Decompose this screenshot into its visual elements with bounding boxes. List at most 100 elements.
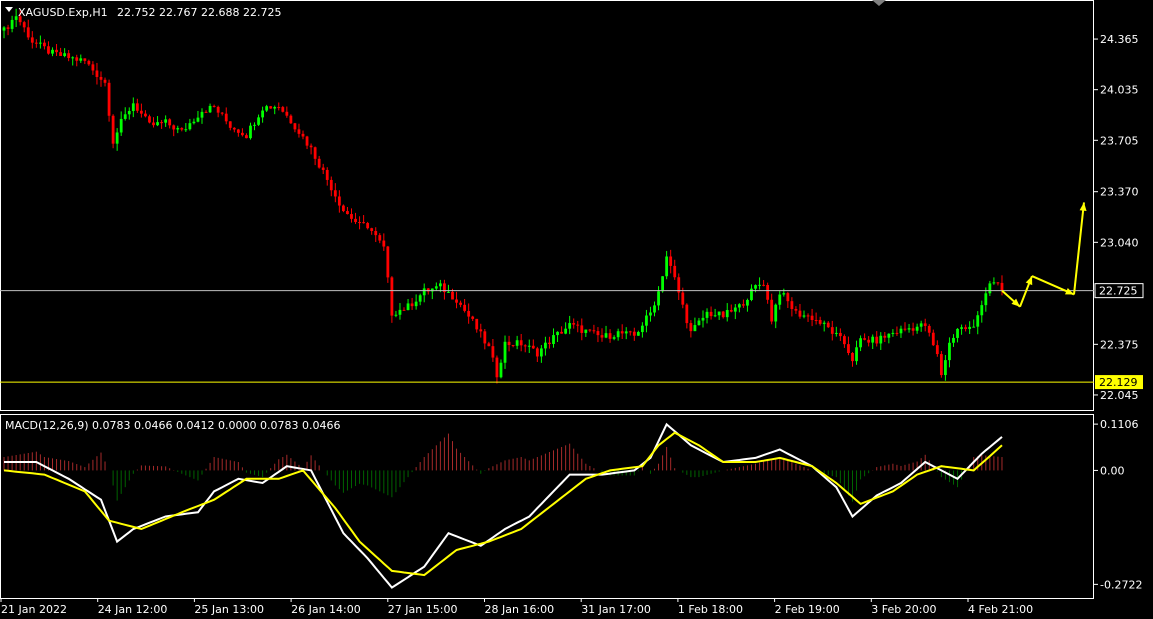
trading-chart[interactable]: 24.365 24.035 23.705 23.370 23.040 22.375 22.0…: [0, 0, 1153, 619]
candle-body: [67, 53, 71, 58]
candle-body: [855, 347, 858, 362]
candle-body: [313, 147, 317, 159]
candle-body: [386, 246, 390, 278]
macd-panel-frame: [0, 414, 1094, 599]
price-tick-label: 22.045: [1100, 389, 1139, 402]
candle-body: [87, 60, 91, 65]
candle-body: [115, 132, 119, 144]
candle-body: [758, 284, 761, 286]
dropdown-triangle-icon[interactable]: [5, 7, 13, 12]
candle-body: [59, 52, 62, 56]
candle-body: [519, 340, 523, 346]
candle-body: [956, 328, 959, 338]
candle-body: [657, 291, 660, 306]
candle-body: [535, 348, 539, 357]
macd-signal-line: [3, 431, 1003, 577]
time-tick-label: 27 Jan 15:00: [388, 603, 458, 616]
scroll-marker-icon[interactable]: [872, 0, 886, 6]
candle-body: [160, 122, 163, 124]
candle-body: [960, 327, 963, 329]
candle-body: [38, 42, 42, 44]
candle-body: [931, 332, 935, 346]
candle-body: [422, 288, 426, 296]
candle-body: [600, 335, 604, 338]
candle-body: [354, 218, 357, 223]
candle-body: [826, 322, 830, 328]
projection-arrow-shaft: [1072, 202, 1085, 295]
candle-body: [935, 345, 939, 355]
candle-body: [875, 336, 879, 344]
candle-body: [636, 332, 640, 336]
macd-histogram: [3, 433, 1003, 502]
candle-body: [410, 303, 414, 307]
candle-body: [495, 357, 499, 378]
candle-body: [709, 311, 713, 317]
candle-body: [802, 315, 806, 317]
time-tick-label: 4 Feb 21:00: [968, 603, 1033, 616]
candle-body: [632, 331, 636, 336]
candle-body: [705, 311, 709, 318]
candle-body: [645, 315, 648, 326]
candle-body: [539, 348, 543, 357]
candle-body: [612, 337, 616, 339]
ohlc-label: 22.752 22.767 22.688 22.725: [117, 6, 281, 19]
candle-body: [459, 302, 462, 305]
candle-body: [653, 305, 656, 313]
candle-body: [144, 113, 147, 117]
candle-body: [265, 106, 269, 111]
candle-body: [980, 305, 984, 316]
candle-body: [592, 330, 596, 332]
candle-body: [119, 118, 123, 133]
candle-body: [172, 125, 176, 130]
candle-body: [798, 310, 802, 317]
candle-body: [281, 107, 285, 112]
time-tick-label: 25 Jan 13:00: [194, 603, 264, 616]
candle-body: [438, 283, 442, 287]
time-tick-label: 28 Jan 16:00: [485, 603, 555, 616]
candle-body: [212, 105, 216, 107]
candle-body: [814, 319, 818, 321]
candle-body: [1000, 282, 1004, 291]
candle-body: [729, 310, 733, 312]
candle-body: [479, 329, 483, 332]
candle-body: [289, 115, 293, 124]
candle-body: [786, 293, 790, 302]
candle-body: [483, 331, 487, 344]
candle-body: [228, 121, 232, 128]
candle-body: [22, 22, 26, 28]
candle-body: [333, 190, 337, 197]
candle-body: [697, 320, 701, 326]
candle-body: [204, 111, 208, 113]
candle-body: [818, 320, 822, 324]
candle-body: [123, 114, 127, 119]
candle-body: [103, 79, 107, 83]
candle-body: [754, 285, 757, 289]
candle-body: [240, 132, 244, 136]
candle-body: [911, 328, 915, 331]
macd-label: MACD(12,26,9) 0.0783 0.0466 0.0412 0.000…: [5, 419, 340, 432]
candle-body: [673, 265, 677, 278]
price-tick-label: 24.365: [1100, 33, 1139, 46]
candle-body: [964, 327, 968, 330]
candle-body: [681, 292, 685, 305]
price-levels: [0, 290, 1094, 383]
candle-body: [467, 310, 471, 317]
candle-body: [544, 342, 547, 349]
candle-body: [770, 299, 774, 322]
candle-body: [346, 211, 349, 215]
candle-body: [475, 318, 479, 330]
candle-body: [329, 179, 333, 191]
candle-body: [83, 58, 87, 61]
candle-body: [640, 325, 644, 333]
candle-body: [693, 325, 697, 332]
candle-body: [665, 256, 669, 277]
candle-body: [737, 304, 741, 308]
candle-body: [843, 336, 846, 345]
candle-body: [366, 223, 370, 229]
candle-body: [774, 304, 778, 322]
candle-body: [628, 331, 632, 333]
candle-body: [733, 307, 737, 312]
candle-body: [992, 282, 996, 284]
candle-body: [766, 284, 770, 300]
candle-body: [915, 326, 919, 331]
